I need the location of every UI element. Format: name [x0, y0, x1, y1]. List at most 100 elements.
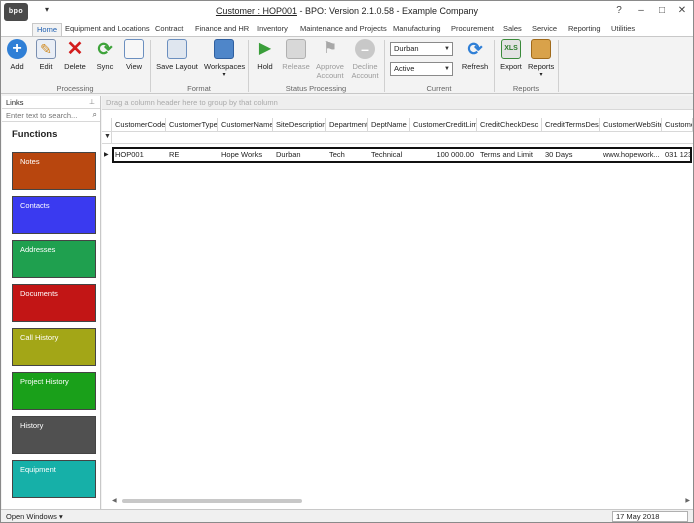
column-header[interactable]: CustomerWebSite: [600, 118, 662, 132]
table-cell[interactable]: Technical: [368, 147, 410, 163]
reports-button[interactable]: Reports ▾: [528, 39, 554, 78]
pin-icon[interactable]: ⊥: [89, 96, 95, 109]
table-cell[interactable]: www.hopework...: [600, 147, 662, 163]
minimize-button[interactable]: –: [631, 4, 651, 18]
column-header[interactable]: CustomerCreditLimit: [410, 118, 477, 132]
tab-home[interactable]: Home: [32, 23, 63, 36]
function-tile-documents[interactable]: Documents: [12, 284, 96, 322]
column-header[interactable]: CreditCheckDesc: [477, 118, 542, 132]
table-row[interactable]: ▶ HOP001 RE Hope Works Durban Tech Technical 1…: [102, 147, 693, 163]
filter-row[interactable]: ▼: [102, 132, 693, 144]
sync-label: Sync: [96, 62, 114, 71]
function-tile-equipment[interactable]: Equipment: [12, 460, 96, 498]
tab-sales[interactable]: Sales: [499, 23, 526, 36]
table-cell[interactable]: 100 000.00: [410, 147, 477, 163]
tab-reporting[interactable]: Reporting: [564, 23, 605, 36]
group-by-band[interactable]: Drag a column header here to group by th…: [102, 96, 693, 110]
approve-account-button[interactable]: ⚑ Approve Account: [315, 39, 345, 80]
tab-contract[interactable]: Contract: [151, 23, 187, 36]
search-icon[interactable]: ⌕: [93, 110, 97, 120]
status-bar: Open Windows ▾ 17 May 2018: [1, 509, 693, 522]
help-icon[interactable]: ?: [609, 4, 629, 18]
links-search-input[interactable]: [2, 109, 88, 121]
chevron-down-icon: ▼: [444, 66, 450, 72]
column-header[interactable]: CustomerName: [218, 118, 273, 132]
open-windows-button[interactable]: Open Windows ▾: [6, 512, 63, 521]
add-button[interactable]: + Add: [6, 39, 28, 71]
decline-account-label: Account: [351, 71, 379, 80]
tab-utilities[interactable]: Utilities: [607, 23, 639, 36]
group-status-processing-label: Status Processing: [285, 84, 347, 93]
window-title-record: Customer : HOP001: [215, 6, 297, 16]
release-button[interactable]: Release: [282, 39, 310, 71]
table-cell[interactable]: 30 Days: [542, 147, 600, 163]
function-tile-history[interactable]: History: [12, 416, 96, 454]
status-date: 17 May 2018: [612, 511, 688, 522]
window-title: Customer : HOP001 - BPO: Version 2.1.0.5…: [1, 6, 693, 16]
view-button[interactable]: View: [123, 39, 145, 71]
refresh-button[interactable]: ⟳ Refresh: [461, 39, 489, 71]
column-header[interactable]: CustomerCode: [112, 118, 166, 132]
decline-label: Decline: [352, 62, 378, 71]
site-select-value: Durban: [394, 44, 419, 53]
grid-header: CustomerCode CustomerType CustomerName Site…: [102, 118, 693, 132]
scroll-left-icon[interactable]: ◀: [112, 497, 117, 504]
table-cell[interactable]: HOP001: [112, 147, 166, 163]
add-label: Add: [10, 62, 24, 71]
hold-button[interactable]: ▶ Hold: [255, 39, 275, 71]
column-header[interactable]: CreditTermsDesc: [542, 118, 600, 132]
tab-finance-and-hr[interactable]: Finance and HR: [191, 23, 253, 36]
tab-inventory[interactable]: Inventory: [253, 23, 292, 36]
function-tile-project-history[interactable]: Project History: [12, 372, 96, 410]
filter-indicator: ▼: [102, 132, 112, 143]
column-header[interactable]: SiteDescription: [273, 118, 326, 132]
links-header: Links ⊥: [2, 96, 100, 109]
delete-button[interactable]: ✕ Delete: [63, 39, 87, 71]
reports-dropdown-icon: ▾: [539, 72, 543, 78]
tab-service[interactable]: Service: [528, 23, 561, 36]
save-layout-button[interactable]: Save Layout: [156, 39, 198, 71]
ribbon: + Add ✎ Edit ✕ Delete ⟳ Sync View Proces…: [1, 36, 693, 94]
refresh-label: Refresh: [461, 62, 489, 71]
status-select[interactable]: Active ▼: [390, 62, 453, 76]
close-button[interactable]: ✕: [672, 4, 692, 18]
add-icon: +: [7, 39, 27, 59]
scrollbar-thumb[interactable]: [122, 499, 302, 503]
sync-button[interactable]: ⟳ Sync: [94, 39, 116, 71]
table-cell[interactable]: 031 123: [662, 147, 693, 163]
decline-account-button[interactable]: – Decline Account: [350, 39, 380, 80]
tab-equipment-and-locations[interactable]: Equipment and Locations: [61, 23, 154, 36]
column-header[interactable]: CustomerType: [166, 118, 218, 132]
table-cell[interactable]: RE: [166, 147, 218, 163]
workspaces-icon: [214, 39, 234, 59]
hold-icon: ▶: [258, 40, 272, 57]
ribbon-tabs: Home Equipment and Locations Contract Fi…: [1, 23, 693, 36]
function-tile-call-history[interactable]: Call History: [12, 328, 96, 366]
row-indicator-header: [102, 118, 112, 131]
column-header[interactable]: Customer: [662, 118, 693, 132]
column-header[interactable]: DeptName: [368, 118, 410, 132]
edit-button[interactable]: ✎ Edit: [35, 39, 57, 71]
tab-manufacturing[interactable]: Manufacturing: [389, 23, 445, 36]
workspaces-button[interactable]: Workspaces ▾: [204, 39, 245, 78]
tab-procurement[interactable]: Procurement: [447, 23, 498, 36]
release-label: Release: [282, 62, 310, 71]
table-cell[interactable]: Terms and Limit: [477, 147, 542, 163]
table-cell[interactable]: Tech: [326, 147, 368, 163]
export-button[interactable]: XLS Export: [499, 39, 523, 71]
column-header[interactable]: Department: [326, 118, 368, 132]
function-tile-addresses[interactable]: Addresses: [12, 240, 96, 278]
horizontal-scrollbar[interactable]: ◀ ▶: [112, 497, 690, 505]
site-select[interactable]: Durban ▼: [390, 42, 453, 56]
hold-label: Hold: [257, 62, 273, 71]
scroll-right-icon[interactable]: ▶: [685, 497, 690, 504]
table-cell[interactable]: Durban: [273, 147, 326, 163]
table-cell[interactable]: Hope Works: [218, 147, 273, 163]
approve-account-label: Account: [316, 71, 344, 80]
delete-icon: ✕: [66, 38, 84, 60]
maximize-button[interactable]: □: [652, 4, 672, 18]
tab-maintenance-and-projects[interactable]: Maintenance and Projects: [296, 23, 391, 36]
function-tile-contacts[interactable]: Contacts: [12, 196, 96, 234]
open-windows-label: Open Windows: [6, 512, 57, 521]
function-tile-notes[interactable]: Notes: [12, 152, 96, 190]
